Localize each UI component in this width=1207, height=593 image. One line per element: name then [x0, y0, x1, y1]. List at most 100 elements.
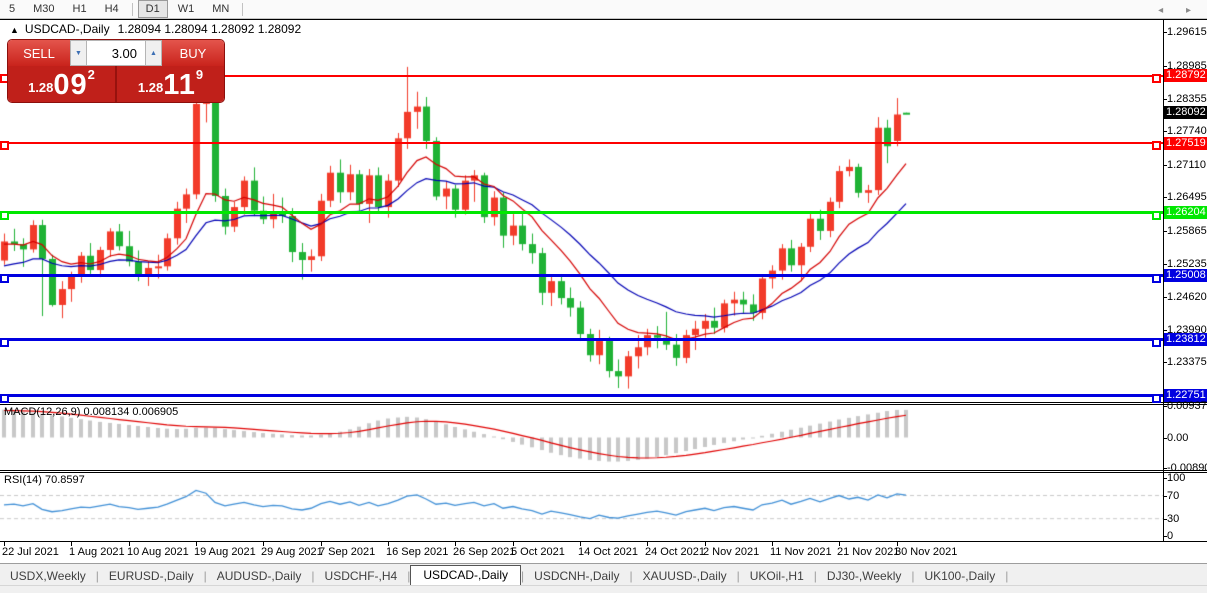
- level-line-1.25008[interactable]: [0, 274, 1163, 277]
- level-price-tag: 1.25008: [1164, 269, 1207, 282]
- toolbar-separator: [242, 3, 243, 16]
- line-handle-right[interactable]: [1152, 141, 1161, 150]
- symbol-label: USDCAD-,Daily: [25, 22, 110, 36]
- date-label: 24 Oct 2021: [645, 546, 705, 558]
- price-axis-label: 1.27110: [1167, 159, 1206, 171]
- line-handle-left[interactable]: [0, 274, 9, 283]
- tab-dj30[interactable]: DJ30-,Weekly: [817, 567, 911, 586]
- line-handle-right[interactable]: [1152, 274, 1161, 283]
- date-label: 14 Oct 2021: [578, 546, 638, 558]
- rsi-axis-label: 100: [1167, 472, 1185, 484]
- date-label: 19 Aug 2021: [194, 546, 256, 558]
- line-handle-left[interactable]: [0, 394, 9, 403]
- trade-panel-prices: 1.28 09 2 1.28 11 9: [8, 66, 224, 102]
- timeframe-button-mn[interactable]: MN: [204, 0, 237, 18]
- price-axis-label: 1.29615: [1167, 26, 1207, 38]
- pane-separator: [0, 470, 1207, 471]
- chart-top-border: [0, 19, 1207, 20]
- buy-button[interactable]: BUY: [162, 40, 224, 66]
- date-label: 21 Nov 2021: [837, 546, 899, 558]
- price-axis-label: 1.25865: [1167, 225, 1207, 237]
- tab-separator: |: [1005, 569, 1008, 586]
- line-handle-left[interactable]: [0, 338, 9, 347]
- tab-usdchf[interactable]: USDCHF-,H4: [315, 567, 408, 586]
- macd-axis-label: 0.00: [1167, 432, 1188, 444]
- line-handle-right[interactable]: [1152, 211, 1161, 220]
- chart-symbol-title[interactable]: ▲ USDCAD-,Daily 1.28094 1.28094 1.28092 1.…: [10, 22, 301, 36]
- tab-usdx[interactable]: USDX,Weekly: [0, 567, 96, 586]
- ohlc-values: 1.28094 1.28094 1.28092 1.28092: [118, 22, 302, 36]
- tab-ukoil[interactable]: UKOil-,H1: [740, 567, 814, 586]
- line-handle-left[interactable]: [0, 141, 9, 150]
- pane-separator: [0, 541, 1207, 542]
- date-label: 10 Aug 2021: [127, 546, 189, 558]
- level-price-tag: 1.28792: [1164, 69, 1207, 82]
- volume-increase-button[interactable]: ▲: [145, 40, 162, 66]
- line-handle-right[interactable]: [1152, 394, 1161, 403]
- toolbar-separator: [132, 3, 133, 16]
- rsi-axis-label: 0: [1167, 530, 1173, 542]
- timeframe-button-h4[interactable]: H4: [97, 0, 127, 18]
- price-axis-label: 1.23375: [1167, 356, 1207, 368]
- volume-input[interactable]: 3.00: [87, 40, 145, 66]
- macd-axis-label: 0.009373: [1167, 400, 1207, 412]
- level-line-1.23812[interactable]: [0, 338, 1163, 341]
- pane-separator: [0, 404, 1207, 405]
- date-label: 2 Nov 2021: [703, 546, 759, 558]
- level-price-tag: 1.27519: [1164, 137, 1207, 150]
- tab-audusd[interactable]: AUDUSD-,Daily: [207, 567, 312, 586]
- current-price-tag: 1.28092: [1164, 106, 1207, 119]
- tab-uk100[interactable]: UK100-,Daily: [915, 567, 1006, 586]
- tab-xauusd[interactable]: XAUUSD-,Daily: [633, 567, 737, 586]
- timeframe-button-w1[interactable]: W1: [170, 0, 203, 18]
- timeframe-button-5[interactable]: 5: [1, 0, 23, 18]
- timeframe-button-d1[interactable]: D1: [138, 0, 168, 18]
- buy-price-pip: 9: [196, 68, 203, 81]
- level-price-tag: 1.23812: [1164, 333, 1207, 346]
- date-label: 11 Nov 2021: [770, 546, 832, 558]
- sell-price-prefix: 1.28: [28, 76, 53, 100]
- macd-indicator-label: MACD(12,26,9) 0.008134 0.006905: [4, 406, 178, 418]
- date-label: 30 Nov 2021: [895, 546, 957, 558]
- level-line-1.27519[interactable]: [0, 142, 1163, 144]
- price-axis-label: 1.26495: [1167, 191, 1207, 203]
- sell-price[interactable]: 1.28 09 2: [8, 66, 115, 102]
- price-axis-label: 1.28355: [1167, 93, 1207, 105]
- chart-tab-bar: USDX,Weekly|EURUSD-,Daily|AUDUSD-,Daily|…: [0, 563, 1207, 586]
- pane-separator: [0, 472, 1207, 473]
- level-line-1.22751[interactable]: [0, 394, 1163, 397]
- sell-price-pip: 2: [88, 68, 95, 81]
- line-handle-left[interactable]: [0, 211, 9, 220]
- collapse-arrow-icon[interactable]: ▲: [10, 25, 19, 35]
- tab-eurusd[interactable]: EURUSD-,Daily: [99, 567, 204, 586]
- rsi-indicator-label: RSI(14) 70.8597: [4, 474, 85, 486]
- tab-usdcnh[interactable]: USDCNH-,Daily: [524, 567, 629, 586]
- pane-separator: [0, 402, 1207, 403]
- date-label: 7 Sep 2021: [319, 546, 375, 558]
- tab-scroll-arrows[interactable]: ◂ ▸: [1158, 5, 1201, 16]
- volume-decrease-button[interactable]: ▼: [70, 40, 87, 66]
- timeframe-button-h1[interactable]: H1: [65, 0, 95, 18]
- sell-price-big: 09: [53, 71, 87, 100]
- trade-panel-controls: SELL ▼ 3.00 ▲ BUY: [8, 40, 224, 66]
- price-axis-label: 1.24620: [1167, 291, 1207, 303]
- rsi-axis-label: 70: [1167, 490, 1179, 502]
- tab-usdcad[interactable]: USDCAD-,Daily: [410, 565, 521, 586]
- buy-price-big: 11: [163, 71, 196, 100]
- bottom-strip: [0, 585, 1207, 593]
- level-price-tag: 1.26204: [1164, 206, 1207, 219]
- sell-button[interactable]: SELL: [8, 40, 70, 66]
- date-label: 16 Sep 2021: [386, 546, 448, 558]
- date-label: 5 Oct 2021: [511, 546, 565, 558]
- level-line-1.26204[interactable]: [0, 211, 1163, 214]
- line-handle-right[interactable]: [1152, 74, 1161, 83]
- line-handle-right[interactable]: [1152, 338, 1161, 347]
- mt4-window: 5M30H1H4 D1W1MN ▲ USDCAD-,Daily 1.28094 1.2…: [0, 0, 1207, 593]
- price-axis-label: 1.27740: [1167, 125, 1207, 137]
- timeframe-toolbar: 5M30H1H4 D1W1MN: [0, 0, 1207, 19]
- date-label: 29 Aug 2021: [261, 546, 323, 558]
- timeframe-button-m30[interactable]: M30: [25, 0, 62, 18]
- buy-price[interactable]: 1.28 11 9: [117, 66, 224, 102]
- date-label: 22 Jul 2021: [2, 546, 59, 558]
- one-click-trading-panel: SELL ▼ 3.00 ▲ BUY 1.28 09 2 1.28 11 9: [8, 40, 224, 102]
